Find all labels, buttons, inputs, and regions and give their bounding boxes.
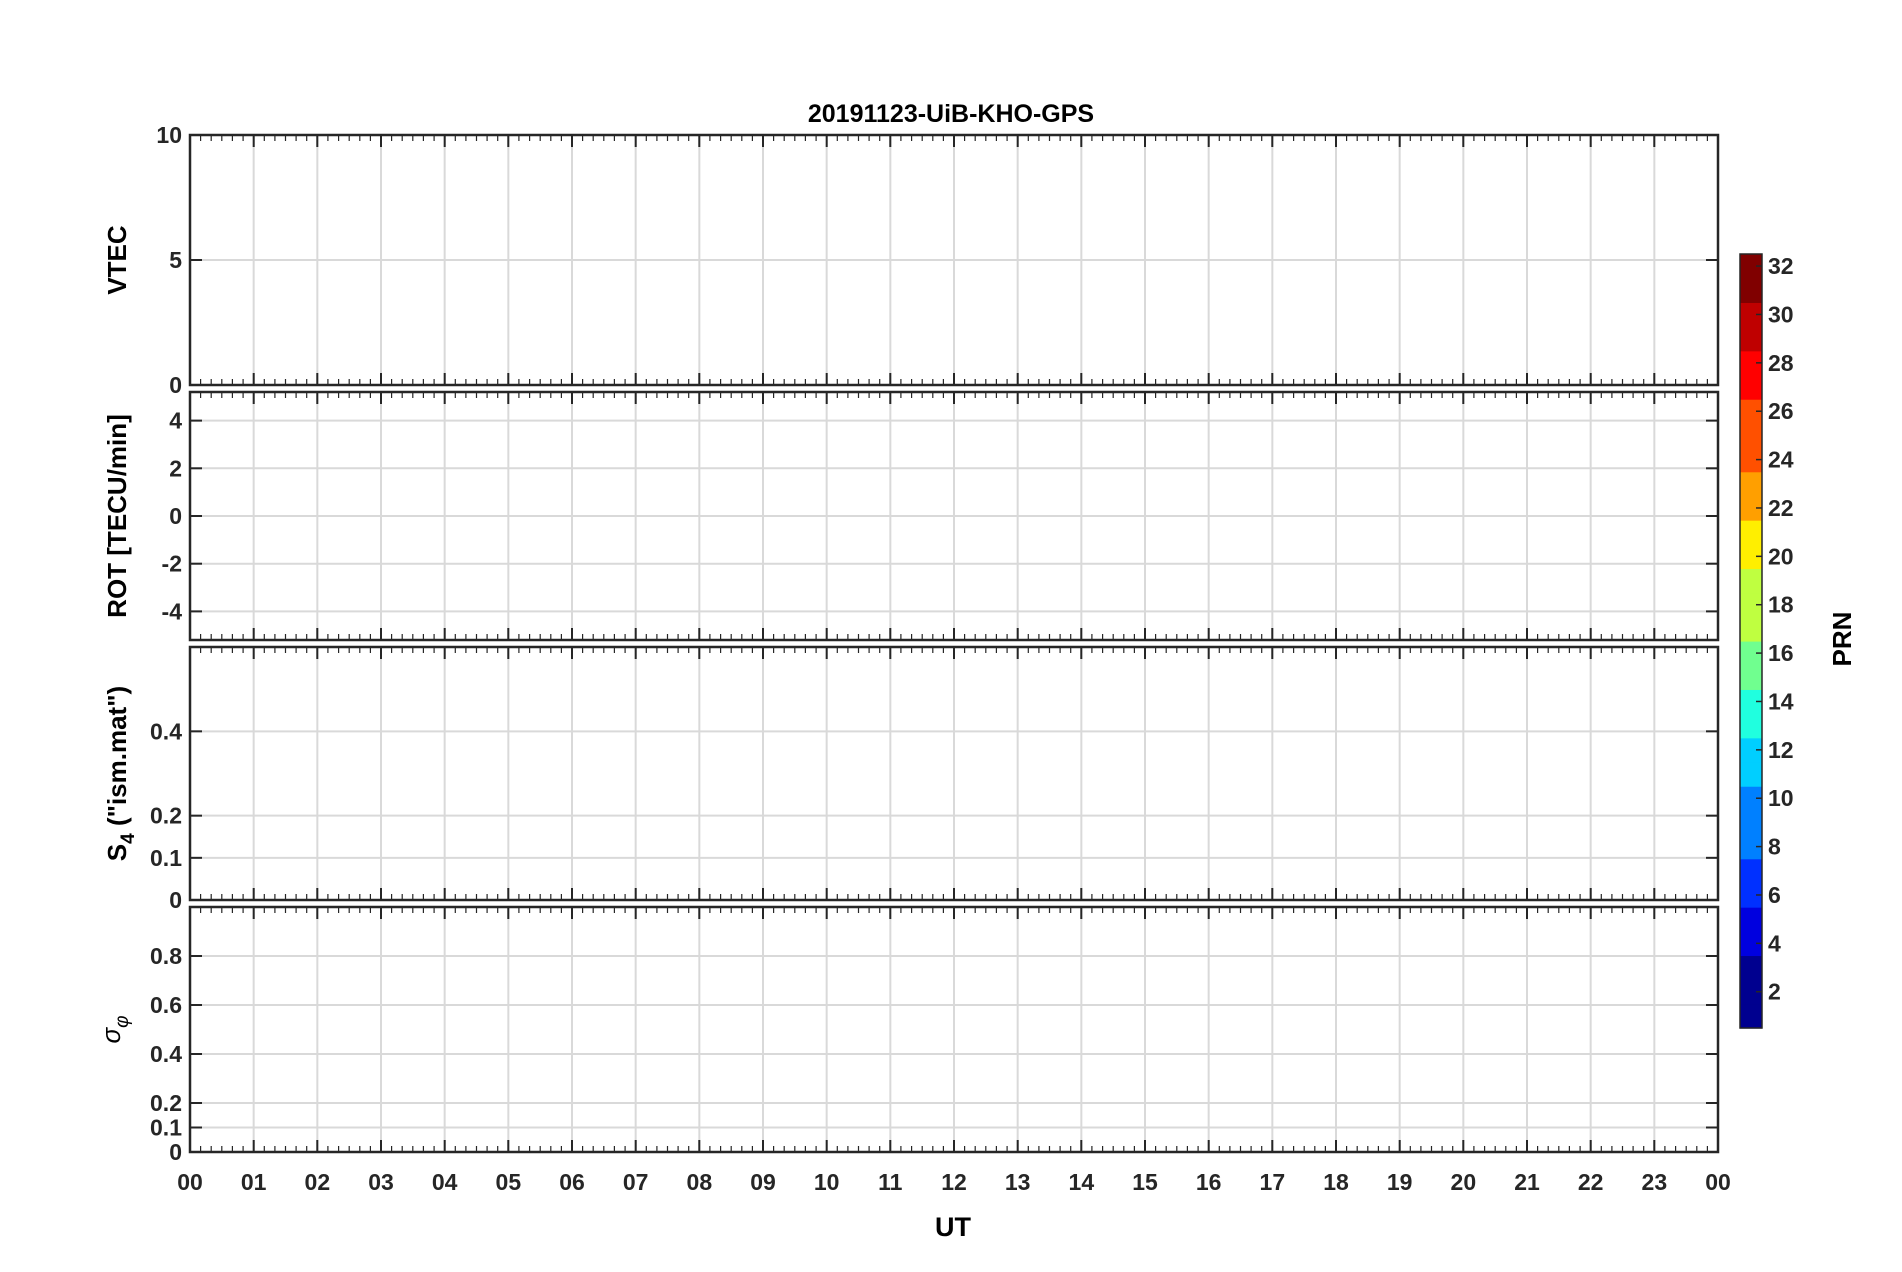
s4-ytick-label: 0.4 [150,718,182,744]
sigma-phi-ylabel-sub: φ [112,1015,133,1027]
x-tick-label: 12 [941,1169,967,1195]
colorbar-cell [1740,713,1762,739]
sigma-phi-ytick-label: 0.6 [150,992,182,1018]
vtec-ytick-label: 10 [156,122,182,148]
rot-ytick-label: 4 [169,408,182,434]
s4-ylabel-main: S [102,844,132,861]
colorbar-tick-label: 22 [1768,495,1794,521]
sigma-phi-ytick-label: 0 [169,1139,182,1165]
x-tick-label: 03 [368,1169,394,1195]
sigma-phi-ylabel: σφ [96,1015,133,1043]
colorbar-tick-label: 10 [1768,785,1794,811]
x-tick-label: 21 [1514,1169,1540,1195]
x-tick-label: 23 [1642,1169,1668,1195]
colorbar-cell [1740,616,1762,642]
s4-ytick-label: 0.2 [150,803,182,829]
rot-ytick-label: -2 [162,551,182,577]
x-tick-label: 00 [177,1169,203,1195]
chart-title: 20191123-UiB-KHO-GPS [808,100,1094,128]
x-tick-label: 16 [1196,1169,1222,1195]
rot-ylabel: ROT [TECU/min] [102,414,132,618]
panels: 0510VTEC-4-2024ROT [TECU/min]00.10.20.4S… [96,122,1720,1165]
colorbar-cell [1740,810,1762,836]
x-tick-label: 01 [241,1169,267,1195]
rot-panel: -4 -2 0 2 4 ROT [TECU/min] [102,390,1720,642]
s4-panel: 0 0.1 0.2 0.4 S4 ("ism.mat") [102,645,1720,913]
sigma-phi-ytick-label: 0.1 [150,1115,182,1141]
x-tick-label: 20 [1451,1169,1477,1195]
colorbar-cell [1740,761,1762,787]
rot-ytick-label: -4 [162,598,183,624]
colorbar-tick-label: 28 [1768,350,1794,376]
colorbar-tick-label: 4 [1768,930,1781,956]
colorbar-tick-label: 2 [1768,979,1781,1005]
colorbar-tick-label: 14 [1768,688,1794,714]
colorbar-cell [1740,955,1762,981]
sigma-phi-ylabel-main: σ [96,1027,126,1044]
colorbar-tick-label: 6 [1768,882,1781,908]
colorbar-tick-label: 30 [1768,301,1794,327]
x-tick-label: 11 [878,1169,903,1195]
s4-ylabel-sub: 4 [118,833,139,844]
colorbar-tick-label: 20 [1768,543,1794,569]
colorbar-cell [1740,1003,1762,1029]
colorbar-tick-label: 16 [1768,640,1794,666]
colorbar-tick-label: 12 [1768,737,1794,763]
vtec-ytick-label: 0 [169,372,182,398]
x-tick-label: 02 [305,1169,331,1195]
sigma-phi-ytick-label: 0.4 [150,1041,182,1067]
x-tick-label: 14 [1069,1169,1095,1195]
colorbar-cell [1740,471,1762,497]
colorbar-cell [1740,374,1762,400]
x-tick-label: 13 [1005,1169,1031,1195]
colorbar-cell [1740,520,1762,545]
colorbar: PRN 2468101214161820222426283032 [1739,253,1857,1029]
x-tick-label: 08 [687,1169,713,1195]
x-tick-label: 17 [1260,1169,1286,1195]
colorbar-cell [1740,568,1762,594]
x-tick-label: 00 [1705,1169,1731,1195]
colorbar-tick-label: 18 [1768,592,1794,618]
vtec-panel: 0 5 10 VTEC [102,122,1720,398]
colorbar-cell [1740,278,1762,303]
colorbar-tick-label: 24 [1768,447,1794,473]
x-tick-label: 04 [432,1169,458,1195]
rot-ytick-label: 0 [169,503,182,529]
vtec-ytick-label: 5 [169,247,182,273]
s4-ytick-label: 0.1 [150,845,182,871]
colorbar-cell [1740,423,1762,449]
s4-ytick-label: 0 [169,887,182,913]
x-tick-label: 19 [1387,1169,1413,1195]
x-tick-label: 07 [623,1169,649,1195]
x-axis: UT 00 01 02 03 04 05 06 07 08 09 10 11 12 13 14 15 16 17 1… [177,1169,1731,1242]
s4-ylabel: S4 ("ism.mat") [102,686,139,861]
x-tick-label: 10 [814,1169,840,1195]
colorbar-tick-label: 26 [1768,398,1794,424]
colorbar-cell [1740,665,1762,690]
x-axis-label: UT [935,1212,971,1242]
x-tick-label: 05 [496,1169,522,1195]
s4-ylabel-rest: ("ism.mat") [102,686,132,833]
colorbar-cell [1740,907,1762,932]
sigma-phi-panel: 00.10.2 0.4 0.6 0.8 σφ [96,905,1720,1165]
sigma-phi-ytick-label: 0.8 [150,943,182,969]
x-tick-label: 06 [559,1169,585,1195]
colorbar-cell [1740,326,1762,352]
rot-ytick-label: 2 [169,455,182,481]
x-tick-label: 15 [1132,1169,1158,1195]
sigma-phi-ytick-label: 0.2 [150,1090,182,1116]
x-tick-label: 22 [1578,1169,1604,1195]
colorbar-tick-label: 8 [1768,834,1781,860]
x-tick-label: 09 [750,1169,776,1195]
x-tick-label: 18 [1323,1169,1349,1195]
colorbar-label: PRN [1827,612,1857,667]
figure: 20191123-UiB-KHO-GPS 0510VTEC-4-2024ROT … [96,100,1857,1242]
colorbar-tick-label: 32 [1768,253,1794,279]
colorbar-cell [1740,858,1762,884]
vtec-ylabel: VTEC [102,225,132,295]
